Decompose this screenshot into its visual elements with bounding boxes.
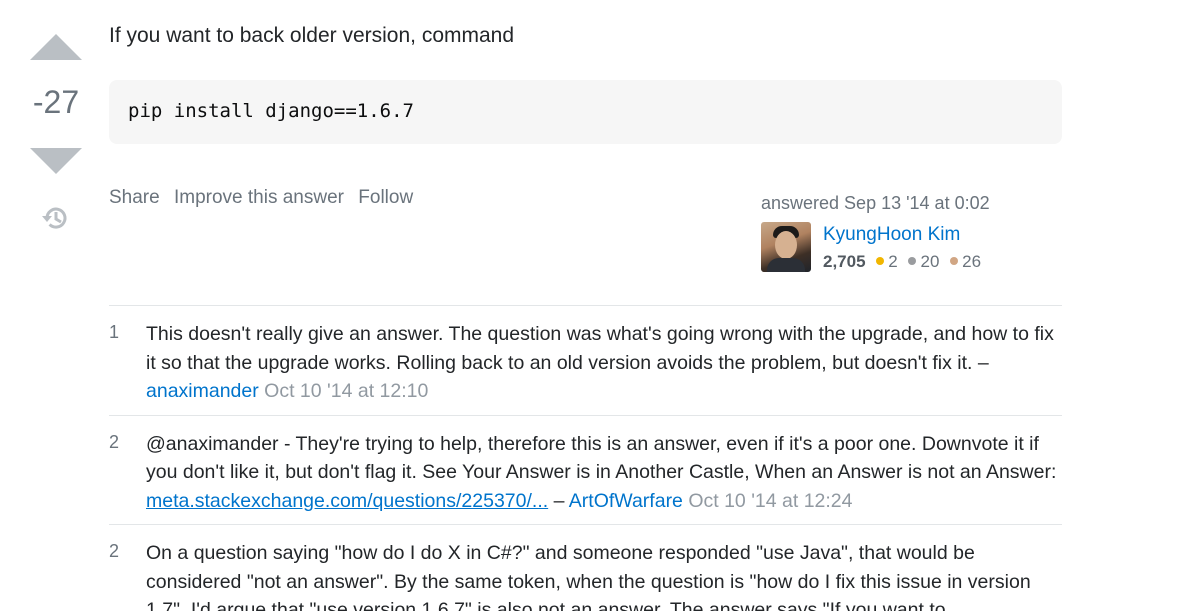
answer-text: If you want to back older version, comma… <box>109 24 515 47</box>
bronze-badge-count: 26 <box>962 252 982 271</box>
post-menu: Share Improve this answer Follow <box>109 187 422 209</box>
upvote-arrow-icon[interactable] <box>30 34 82 60</box>
comment-body: @anaximander - They're trying to help, t… <box>146 430 1062 516</box>
comment-body: This doesn't really give an answer. The … <box>146 320 1062 406</box>
comment: 2 On a question saying "how do I do X in… <box>109 525 1062 611</box>
code-text: pip install django==1.6.7 <box>128 100 414 122</box>
comment-score: 1 <box>109 322 120 342</box>
silver-badge-icon <box>908 257 917 265</box>
avatar[interactable] <box>761 222 811 272</box>
share-link[interactable]: Share <box>109 187 160 208</box>
comment-text: On a question saying "how do I do X in C… <box>146 542 1031 611</box>
answer: -27 If you want to back older version, c… <box>0 0 1179 611</box>
history-icon[interactable] <box>39 202 71 234</box>
comment-body: On a question saying "how do I do X in C… <box>146 539 1062 611</box>
bronze-badge-icon <box>950 257 959 265</box>
comment-separator: – <box>548 489 569 512</box>
reputation-score: 2,705 <box>823 252 866 271</box>
downvote-arrow-icon[interactable] <box>30 148 82 174</box>
comments-list: 1 This doesn't really give an answer. Th… <box>109 305 1062 611</box>
answered-timestamp: answered Sep 13 '14 at 0:02 <box>761 193 990 213</box>
user-name-link[interactable]: KyungHoon Kim <box>823 224 960 246</box>
comment-date[interactable]: Oct 10 '14 at 12:24 <box>688 490 852 512</box>
code-block: pip install django==1.6.7 <box>109 80 1062 144</box>
comment: 1 This doesn't really give an answer. Th… <box>109 306 1062 416</box>
silver-badge-count: 20 <box>920 252 940 271</box>
comment: 2 @anaximander - They're trying to help,… <box>109 416 1062 525</box>
comment-separator: – <box>972 351 989 374</box>
comment-user-link[interactable]: anaximander <box>146 380 259 402</box>
follow-link[interactable]: Follow <box>358 187 413 208</box>
comment-text: @anaximander - They're trying to help, t… <box>146 432 1057 484</box>
comment-score: 2 <box>109 431 120 452</box>
comment-date[interactable]: Oct 10 '14 at 12:10 <box>264 380 428 402</box>
comment-user-link[interactable]: ArtOfWarfare <box>569 490 683 512</box>
comment-text: This doesn't really give an answer. The … <box>146 323 1054 374</box>
vote-count: -27 <box>32 84 80 120</box>
user-card: answered Sep 13 '14 at 0:02 KyungHoon Ki… <box>761 193 1061 272</box>
gold-badge-icon <box>876 257 885 265</box>
comment-score: 2 <box>109 541 120 561</box>
user-stats: 2,705 2 20 26 <box>823 252 987 272</box>
gold-badge-count: 2 <box>888 252 898 271</box>
comment-meta-link[interactable]: meta.stackexchange.com/questions/225370/… <box>146 490 548 512</box>
improve-answer-link[interactable]: Improve this answer <box>174 187 344 208</box>
